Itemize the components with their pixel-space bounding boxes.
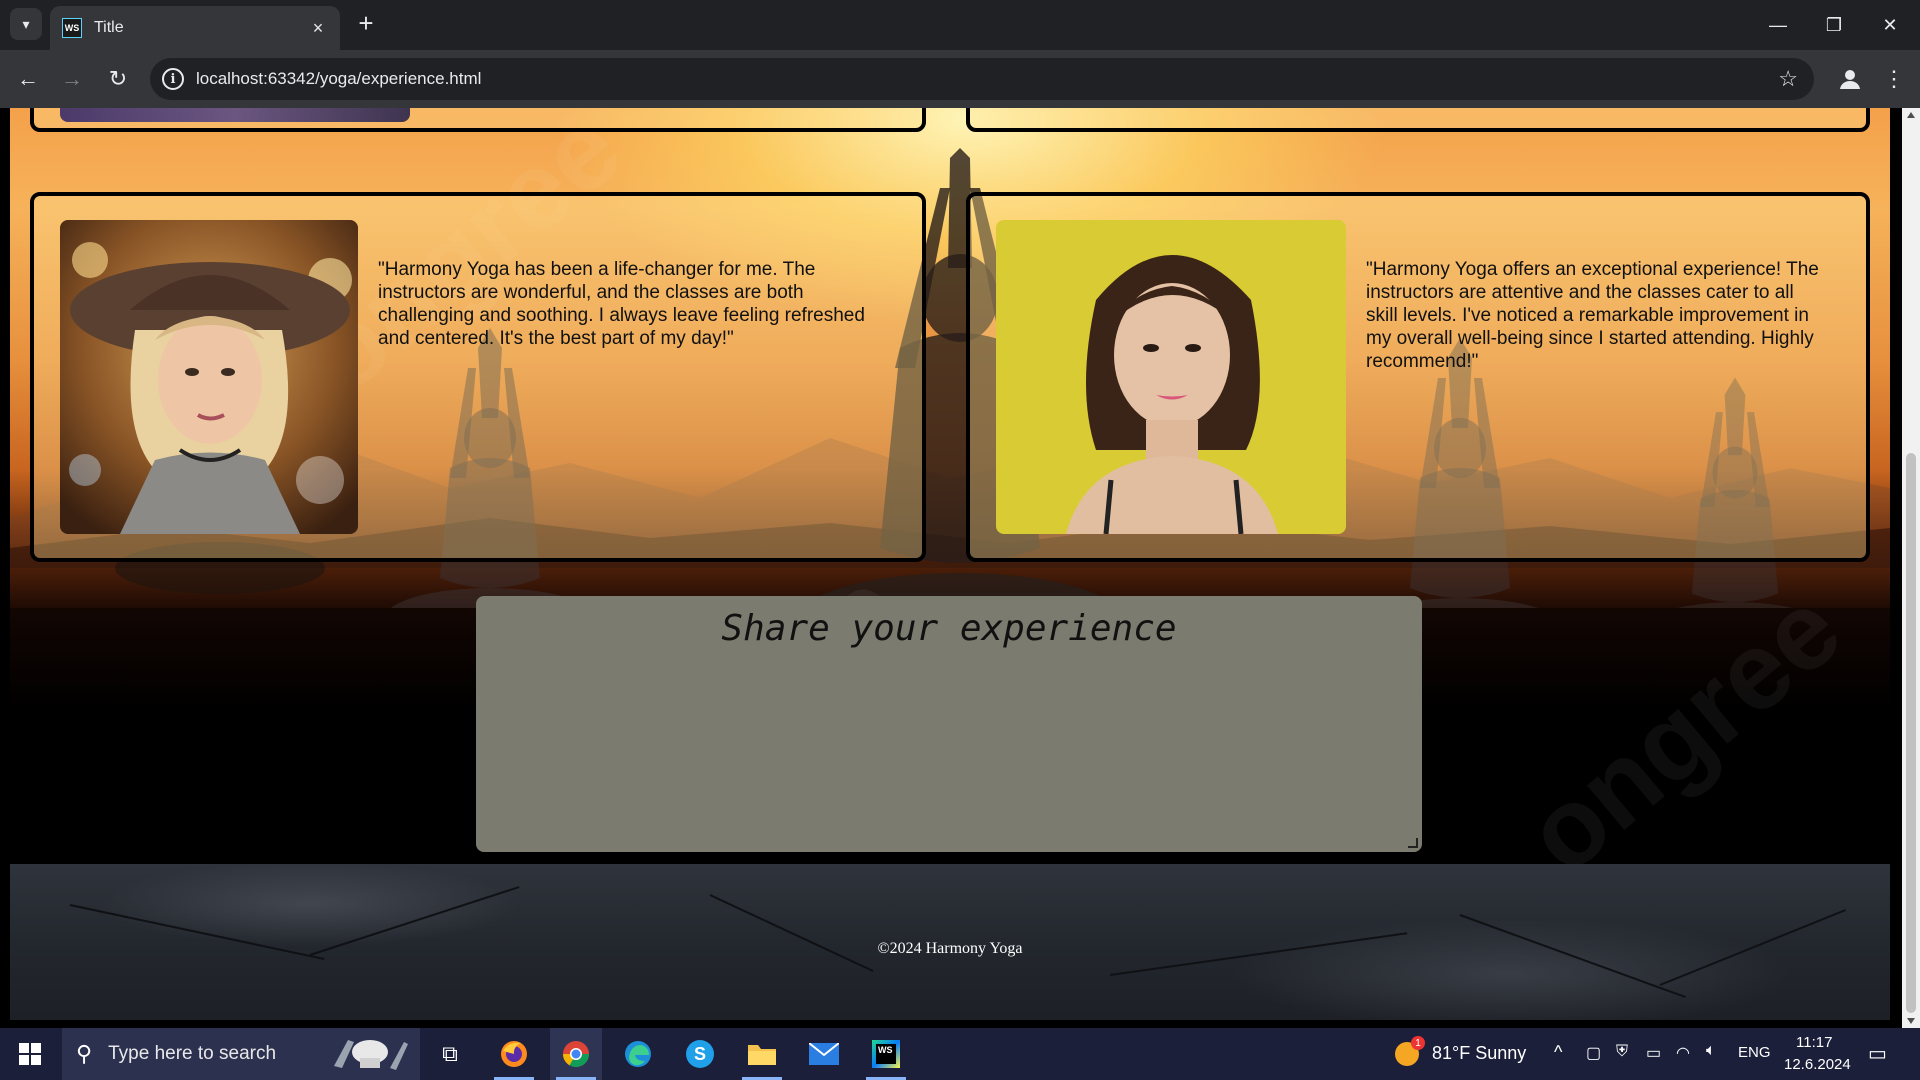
tab-title: Title — [94, 19, 124, 36]
testimonial-card-partial — [966, 108, 1870, 132]
tray-chevron-up-icon[interactable]: ^ — [1554, 1042, 1562, 1063]
battery-icon[interactable]: ▭ — [1646, 1043, 1661, 1063]
clock-time[interactable]: 11:17 — [1796, 1034, 1832, 1051]
browser-tab[interactable]: WS Title × — [50, 6, 340, 50]
page-viewport: ongree ongree ongree — [0, 108, 1902, 1028]
testimonial-card: "Harmony Yoga has been a life-changer fo… — [30, 192, 926, 562]
browser-toolbar: ← → ↻ i localhost:63342/yoga/experience.… — [0, 50, 1920, 108]
page-scrollbar[interactable] — [1902, 108, 1920, 1028]
reload-icon[interactable]: ↻ — [102, 63, 134, 95]
skype-icon[interactable]: S — [674, 1028, 726, 1080]
weather-text[interactable]: 81°F Sunny — [1432, 1043, 1526, 1064]
address-url[interactable]: localhost:63342/yoga/experience.html — [196, 69, 481, 89]
testimonial-card: "Harmony Yoga offers an exceptional expe… — [966, 192, 1870, 562]
page-footer: ©2024 Harmony Yoga — [10, 864, 1890, 1020]
clock-date[interactable]: 12.6.2024 — [1784, 1056, 1851, 1073]
minimize-icon[interactable]: — — [1750, 0, 1806, 50]
windows-start-icon[interactable] — [0, 1028, 60, 1080]
language-indicator[interactable]: ENG — [1738, 1044, 1771, 1061]
meet-now-icon[interactable]: ▢ — [1586, 1043, 1601, 1063]
mail-icon[interactable] — [798, 1028, 850, 1080]
testimonial-photo — [60, 220, 358, 534]
share-experience-placeholder: Share your experience — [721, 608, 1177, 649]
task-view-icon[interactable]: ⧉ — [424, 1028, 476, 1080]
forward-arrow-icon[interactable]: → — [56, 63, 88, 95]
search-icon: ⚲ — [76, 1041, 93, 1066]
defender-icon[interactable]: ⛨ — [1616, 1043, 1628, 1061]
new-tab-plus-icon[interactable]: + — [352, 10, 380, 38]
weather-sun-icon[interactable]: 1 — [1390, 1028, 1425, 1080]
webstorm-favicon-icon: WS — [62, 18, 82, 38]
tab-close-icon[interactable]: × — [308, 18, 328, 38]
network-icon[interactable]: ◠ — [1676, 1043, 1690, 1063]
search-highlight-icon — [328, 1036, 412, 1077]
tab-search-chevron-icon[interactable]: ▾ — [10, 8, 42, 40]
resize-grip-icon[interactable] — [1408, 838, 1418, 848]
testimonial-quote: "Harmony Yoga offers an exceptional expe… — [1366, 259, 1819, 372]
kebab-menu-icon[interactable]: ⋮ — [1878, 63, 1910, 95]
windows-taskbar: ⚲ Type here to search ⧉ S WS 1 81°F Sunn… — [0, 1028, 1920, 1080]
taskbar-search-placeholder: Type here to search — [108, 1043, 277, 1064]
profile-avatar-icon[interactable] — [1834, 63, 1866, 95]
chrome-icon[interactable] — [550, 1028, 602, 1080]
testimonial-photo-partial — [60, 108, 410, 122]
testimonial-photo — [996, 220, 1346, 534]
file-explorer-icon[interactable] — [736, 1028, 788, 1080]
scroll-up-icon[interactable] — [1907, 112, 1915, 118]
firefox-icon[interactable] — [488, 1028, 540, 1080]
webstorm-icon[interactable]: WS — [860, 1028, 912, 1080]
bookmark-star-icon[interactable]: ☆ — [1778, 66, 1798, 92]
weather-alert-badge: 1 — [1411, 1036, 1425, 1050]
testimonial-quote: "Harmony Yoga has been a life-changer fo… — [378, 259, 865, 349]
window-close-icon[interactable]: ✕ — [1862, 0, 1918, 50]
share-experience-textarea[interactable]: Share your experience — [476, 596, 1422, 852]
testimonial-card-partial — [30, 108, 926, 132]
scroll-down-icon[interactable] — [1907, 1018, 1915, 1024]
footer-copyright: ©2024 Harmony Yoga — [877, 940, 1023, 957]
back-arrow-icon[interactable]: ← — [12, 63, 44, 95]
site-info-icon[interactable]: i — [162, 68, 184, 90]
restore-icon[interactable]: ❐ — [1806, 0, 1862, 50]
volume-icon[interactable]: 🔈︎ — [1706, 1042, 1716, 1060]
taskbar-search-box[interactable]: ⚲ Type here to search — [62, 1028, 420, 1080]
address-bar[interactable]: i localhost:63342/yoga/experience.html ☆ — [150, 58, 1814, 100]
browser-tab-bar: ▾ WS Title × + — ❐ ✕ — [0, 0, 1920, 50]
edge-icon[interactable] — [612, 1028, 664, 1080]
scrollbar-thumb[interactable] — [1906, 453, 1916, 1013]
notifications-icon[interactable]: ▭ — [1868, 1041, 1887, 1066]
